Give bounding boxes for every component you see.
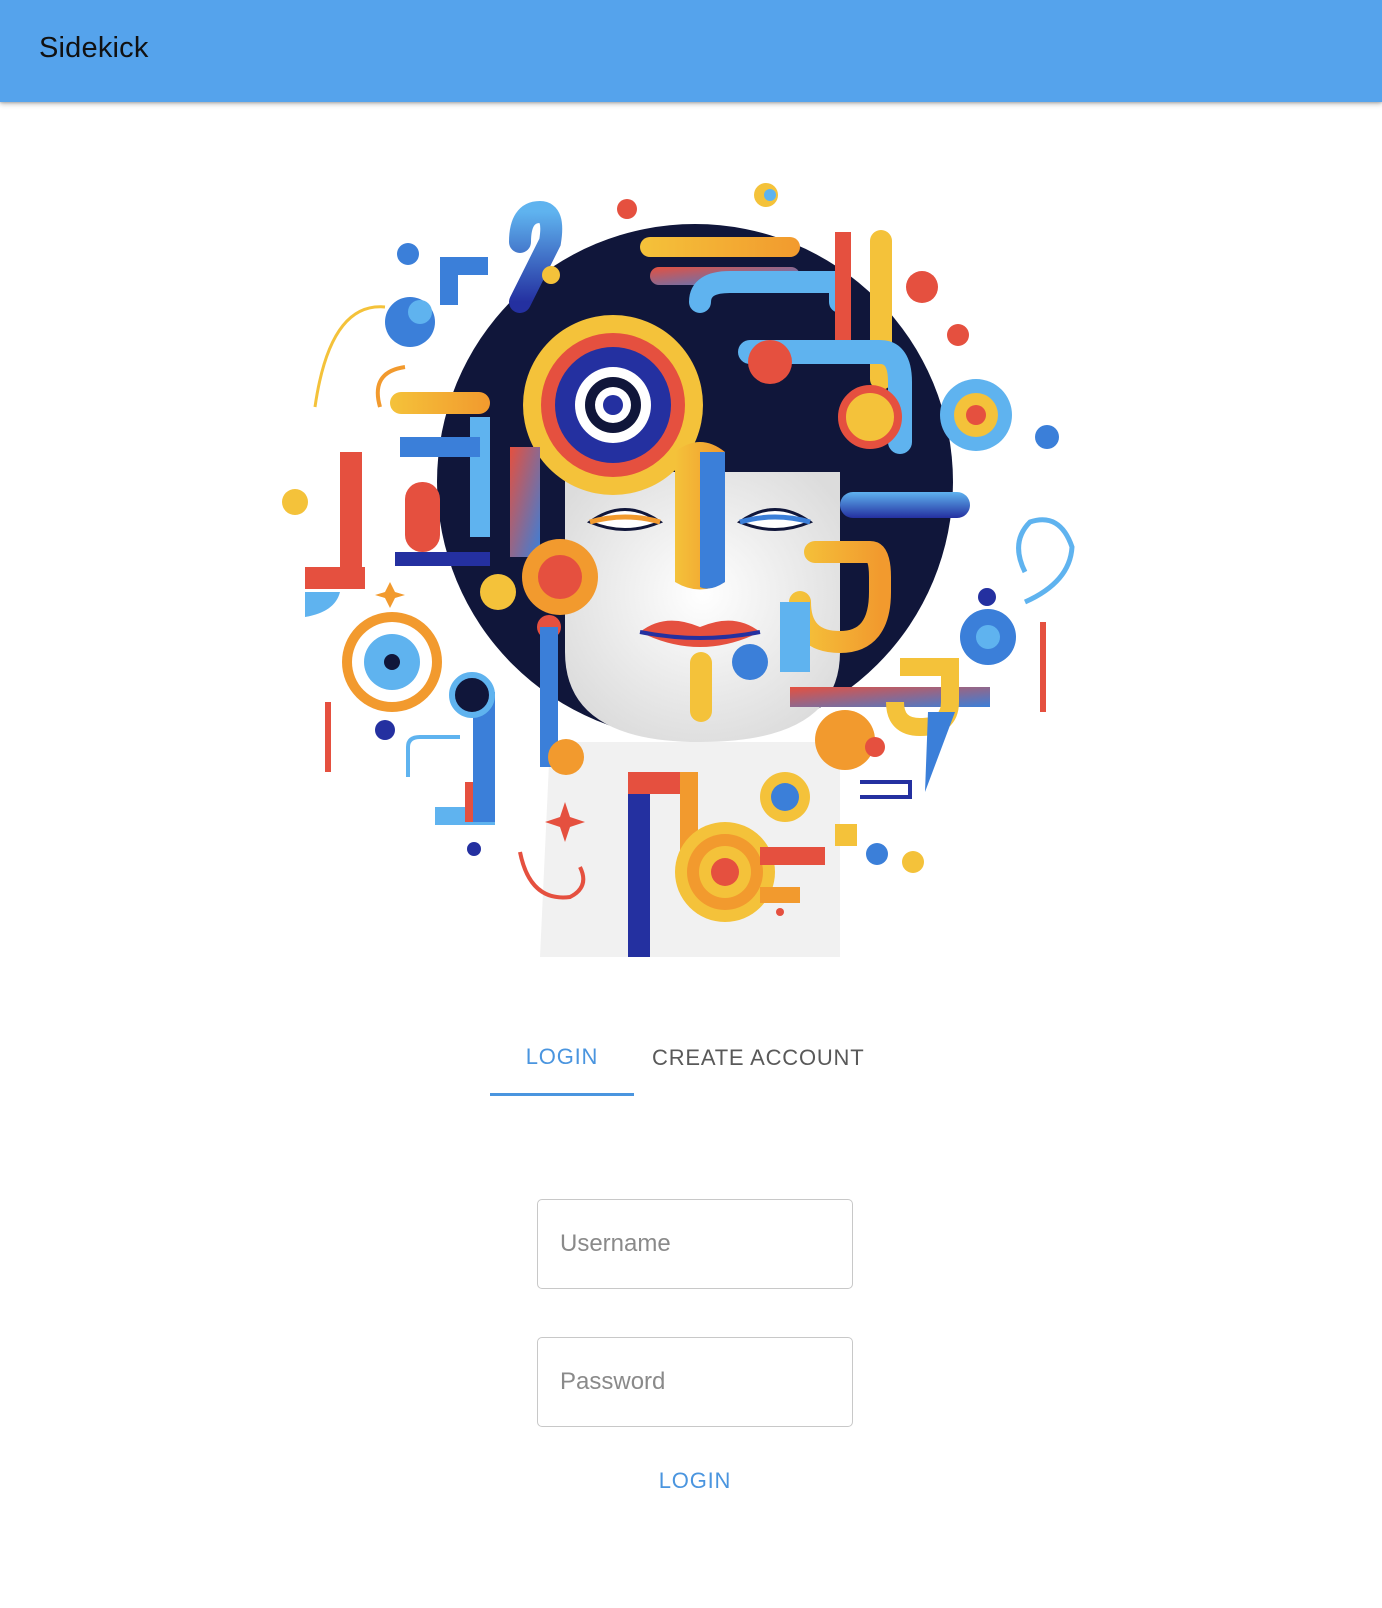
login-button[interactable]: LOGIN xyxy=(637,1458,753,1504)
tab-login[interactable]: LOGIN xyxy=(490,1020,634,1096)
tab-create-account[interactable]: CREATE ACCOUNT xyxy=(634,1020,902,1096)
username-input[interactable] xyxy=(537,1199,853,1289)
hero-illustration xyxy=(280,182,1100,957)
app-bar: Sidekick xyxy=(0,0,1382,102)
auth-tabs: LOGIN CREATE ACCOUNT xyxy=(490,1020,902,1096)
password-input[interactable] xyxy=(537,1337,853,1427)
app-title: Sidekick xyxy=(39,32,149,64)
